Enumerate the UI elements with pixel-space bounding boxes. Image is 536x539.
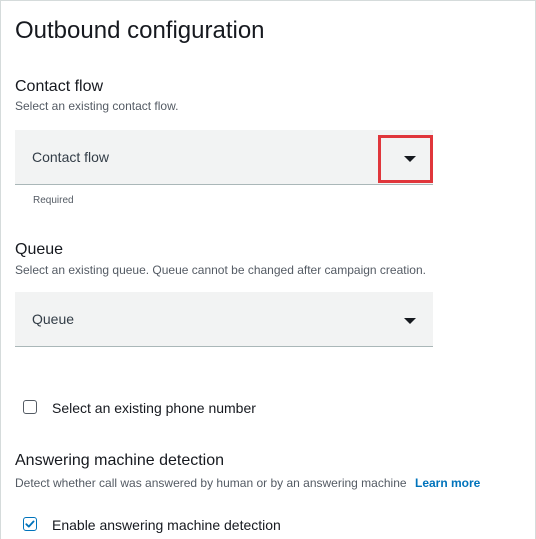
contact-flow-select-text: Contact flow bbox=[32, 149, 110, 165]
queue-select[interactable]: Queue bbox=[15, 292, 433, 347]
contact-flow-description: Select an existing contact flow. bbox=[15, 99, 179, 113]
answering-machine-description: Detect whether call was answered by huma… bbox=[15, 476, 407, 490]
page-title: Outbound configuration bbox=[15, 17, 265, 44]
answering-machine-description-row: Detect whether call was answered by huma… bbox=[15, 474, 480, 492]
contact-flow-select[interactable]: Contact flow bbox=[15, 130, 433, 185]
phone-number-checkbox[interactable] bbox=[23, 400, 37, 414]
queue-label: Queue bbox=[15, 241, 64, 258]
enable-answering-machine-label[interactable]: Enable answering machine detection bbox=[52, 517, 281, 533]
contact-flow-label: Contact flow bbox=[15, 78, 104, 95]
queue-description: Select an existing queue. Queue cannot b… bbox=[15, 263, 426, 277]
answering-machine-label: Answering machine detection bbox=[15, 452, 225, 469]
outbound-configuration-panel: Outbound configuration Contact flow Sele… bbox=[0, 0, 536, 539]
checkmark-icon bbox=[25, 520, 35, 528]
queue-select-text: Queue bbox=[32, 311, 75, 327]
highlight-box bbox=[378, 135, 433, 183]
caret-down-icon[interactable] bbox=[404, 318, 416, 324]
enable-answering-machine-checkbox[interactable] bbox=[23, 517, 37, 531]
contact-flow-required-hint: Required bbox=[33, 195, 74, 206]
phone-number-checkbox-label[interactable]: Select an existing phone number bbox=[52, 400, 256, 416]
learn-more-link[interactable]: Learn more bbox=[415, 476, 480, 490]
